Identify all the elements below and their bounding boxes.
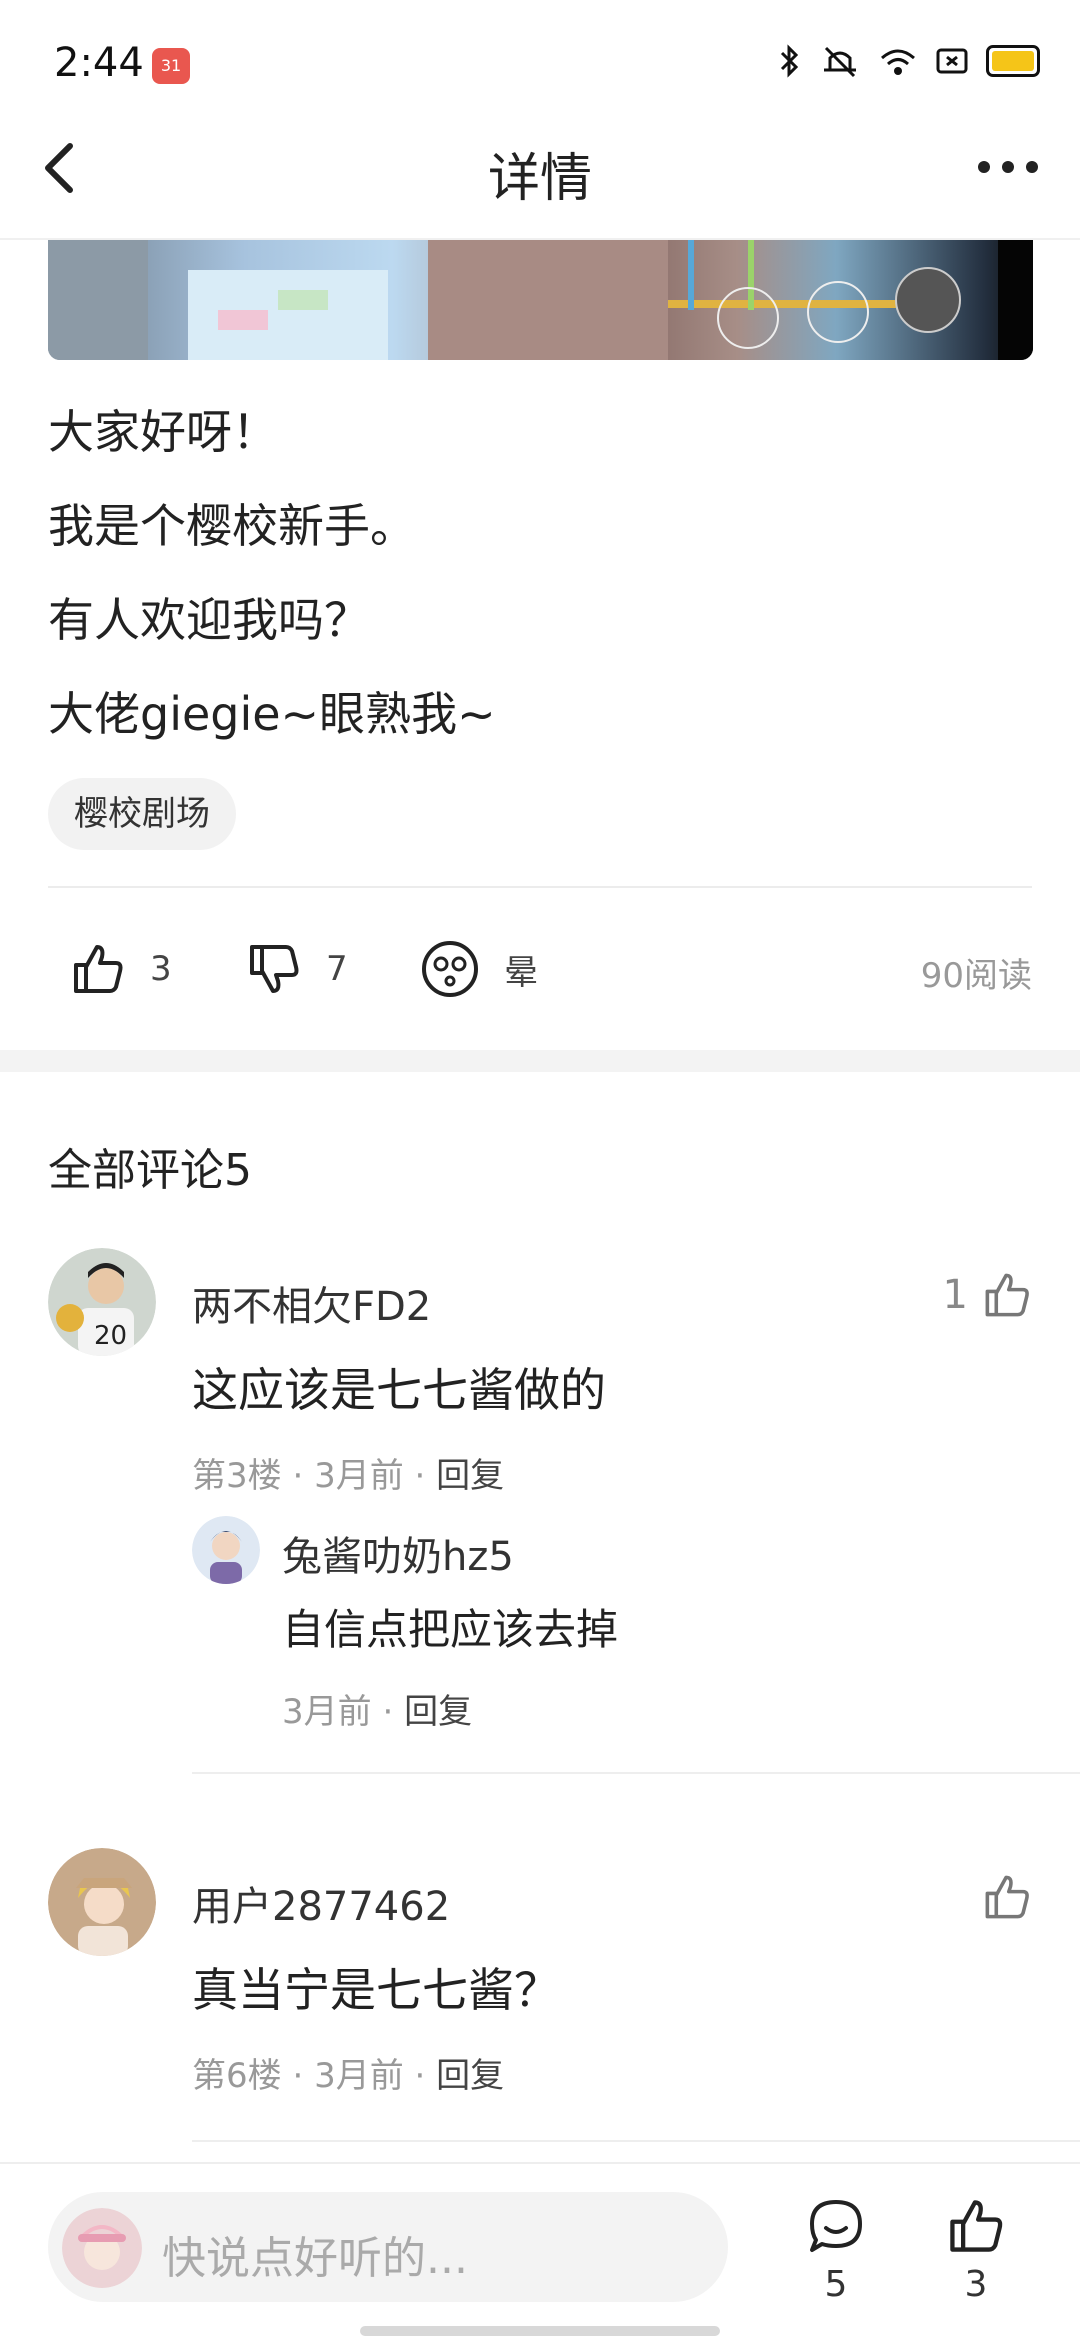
dislike-count: 7 xyxy=(326,949,348,989)
dizzy-face-icon xyxy=(422,941,478,997)
thumbs-up-icon xyxy=(985,1875,1029,1919)
comment-floor: 第6楼 xyxy=(192,2056,282,2096)
comment-bubble-icon xyxy=(810,2200,862,2252)
reply-link[interactable]: 回复 xyxy=(436,2056,504,2096)
avatar[interactable] xyxy=(192,1516,260,1584)
post-line-3: 有人欢迎我吗？ xyxy=(48,593,370,647)
battery-icon xyxy=(986,45,1040,77)
sim-icon xyxy=(936,48,968,74)
wifi-icon xyxy=(881,49,915,75)
status-icons xyxy=(778,44,1040,78)
reply-time: 3月前 xyxy=(282,1692,372,1732)
comment-text: 真当宁是七七酱？ xyxy=(192,1963,560,2017)
my-avatar xyxy=(62,2208,142,2288)
thumbs-up-icon xyxy=(950,2200,1003,2252)
thumbs-up-icon xyxy=(985,1273,1029,1317)
comment-meta: 第6楼 · 3月前 · 回复 xyxy=(192,2048,504,2097)
separator-dot: · xyxy=(292,1456,304,1496)
comment-username[interactable]: 用户2877462 xyxy=(192,1874,450,1932)
more-options-icon[interactable] xyxy=(976,150,1040,184)
comment-username[interactable]: 两不相欠FD2 xyxy=(192,1274,431,1332)
comment-count: 5 xyxy=(824,2264,848,2305)
page-title: 详情 xyxy=(487,149,592,209)
reply-username[interactable]: 兔酱叻奶hz5 xyxy=(282,1524,514,1582)
dislike-reaction[interactable]: 7 xyxy=(246,936,348,1002)
separator-dot: · xyxy=(382,1692,394,1732)
avatar[interactable] xyxy=(48,1848,156,1956)
dizzy-label: 晕 xyxy=(504,952,538,993)
reply-meta: 3月前 · 回复 xyxy=(282,1684,472,1733)
comment-text: 这应该是七七酱做的 xyxy=(192,1363,606,1417)
comment-like-count: 1 xyxy=(942,1272,968,1318)
section-gap xyxy=(0,1050,1080,1072)
comment-divider xyxy=(192,2140,1080,2142)
comment-meta: 第3楼 · 3月前 · 回复 xyxy=(192,1448,504,1497)
svg-text:20: 20 xyxy=(94,1321,127,1351)
thumbs-up-icon xyxy=(74,945,123,993)
read-count: 90阅读 xyxy=(920,956,1032,996)
calendar-notification-icon: 31 xyxy=(152,48,190,84)
topic-tag[interactable]: 樱校剧场 xyxy=(48,778,236,850)
comment-time: 3月前 xyxy=(314,2056,404,2096)
reply-link[interactable]: 回复 xyxy=(436,1456,504,1496)
comments-title: 全部评论5 xyxy=(48,1145,252,1196)
post-line-4: 大佬giegie~眼熟我~ xyxy=(48,687,496,741)
bottom-like-button[interactable] xyxy=(946,2196,1006,2260)
thumbs-down-icon xyxy=(250,945,299,993)
bottom-like-count: 3 xyxy=(964,2264,988,2305)
separator-dot: · xyxy=(414,1456,426,1496)
separator-dot: · xyxy=(414,2056,426,2096)
mute-icon xyxy=(824,46,856,78)
status-time: 2:44 xyxy=(54,40,144,86)
comment-time: 3月前 xyxy=(314,1456,404,1496)
comment-floor: 第3楼 xyxy=(192,1456,282,1496)
like-reaction[interactable]: 3 xyxy=(70,936,172,1002)
bluetooth-icon xyxy=(780,44,799,78)
post-image-scene xyxy=(48,240,1033,360)
post-image[interactable] xyxy=(48,240,1033,360)
comment-input-placeholder: 快说点好听的... xyxy=(162,2233,468,2284)
comments-button[interactable] xyxy=(806,2196,866,2260)
post-line-1: 大家好呀！ xyxy=(48,405,278,459)
reply-link[interactable]: 回复 xyxy=(404,1692,472,1732)
reply-text: 自信点把应该去掉 xyxy=(282,1605,619,1654)
post-line-2: 我是个樱校新手。 xyxy=(48,499,416,553)
home-indicator[interactable] xyxy=(360,2326,720,2336)
separator-dot: · xyxy=(292,2056,304,2096)
divider xyxy=(48,886,1032,888)
avatar[interactable]: 20 xyxy=(48,1248,156,1356)
comment-divider xyxy=(192,1772,1080,1774)
comment-like-button[interactable] xyxy=(968,1872,1032,1922)
comment-like-button[interactable]: 1 xyxy=(943,1270,1032,1320)
like-count: 3 xyxy=(150,949,172,989)
dizzy-reaction[interactable]: 晕 xyxy=(420,936,538,1002)
